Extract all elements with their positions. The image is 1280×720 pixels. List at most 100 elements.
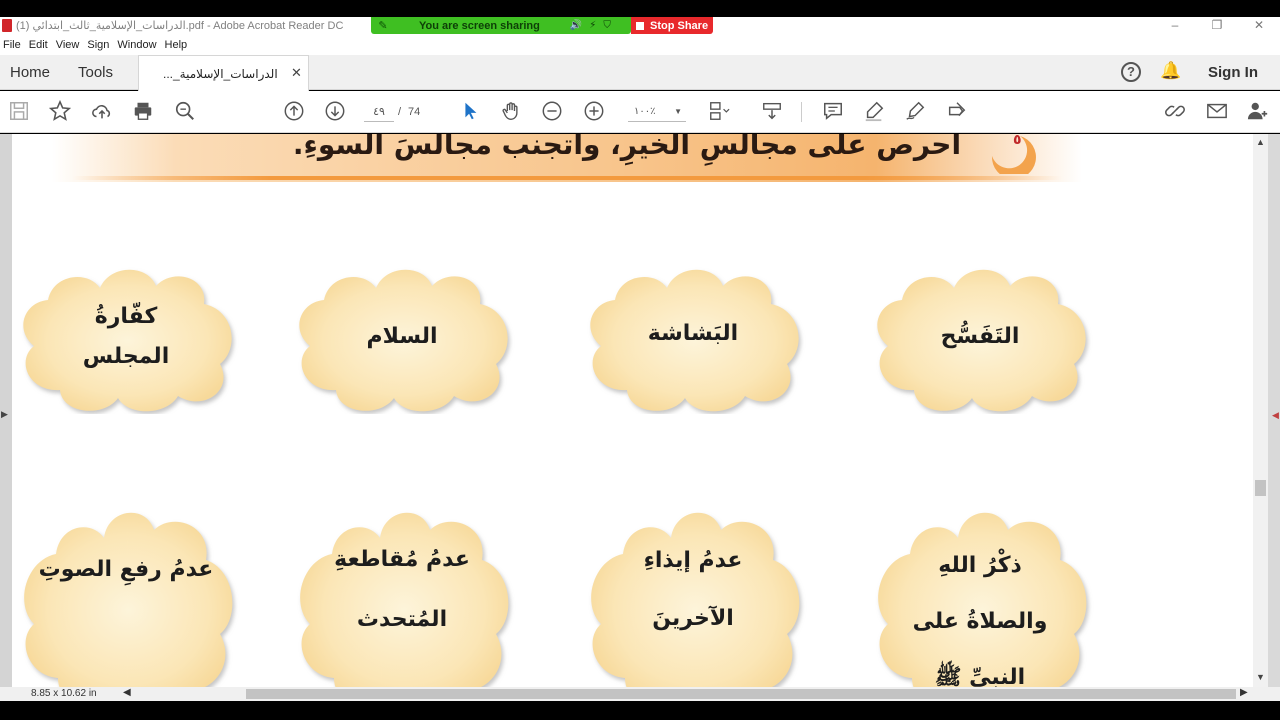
notification-bell-icon[interactable]: 🔔 [1160, 61, 1181, 81]
cloud-label: كفّارةُ المجلس [18, 260, 234, 414]
letterbox-top [0, 0, 1280, 17]
window-controls: – ❐ ✕ [1154, 17, 1280, 35]
tab-document[interactable]: الدراسات_الإسلامية_... ✕ [138, 55, 309, 91]
stop-share-label: Stop Share [650, 19, 709, 32]
document-viewport[interactable]: احرص على مجالسِ الخيرِ، واتجنب مجالسَ ال… [0, 134, 1280, 687]
menu-file[interactable]: File [0, 35, 26, 55]
menu-bar: File Edit View Sign Window Help [0, 35, 1280, 55]
cloud-label: التَفَسُّح [872, 260, 1088, 414]
scroll-left-icon[interactable]: ◀ [123, 687, 131, 698]
hand-tool-icon[interactable] [499, 100, 523, 124]
email-icon[interactable] [1205, 100, 1229, 124]
expand-right-pane-icon[interactable]: ◀ [1272, 410, 1279, 421]
cloud-card: عدمُ مُقاطعةِ المُتحدث [284, 500, 520, 687]
cloud-label: ذكْرُ اللهِ والصلاةُ على النبيِّ ﷺ [872, 500, 1088, 687]
help-icon[interactable]: ? [1121, 62, 1141, 82]
document-tab-title: الدراسات_الإسلامية_... [163, 67, 278, 81]
tab-tools[interactable]: Tools [78, 64, 113, 81]
crescent-number-badge: ٥ [980, 134, 1038, 180]
scroll-down-icon[interactable]: ▼ [1256, 672, 1265, 682]
menu-help[interactable]: Help [162, 35, 193, 55]
cloud-card: عدمُ إيذاءِ الآخرينَ [575, 500, 811, 687]
scroll-right-icon[interactable]: ▶ [1240, 687, 1248, 698]
right-pane-collapsed[interactable]: ◀ [1268, 134, 1280, 687]
next-page-icon[interactable] [323, 100, 347, 124]
toolbar: ٤٩ / 74 ١٠٠٪ ▼ [0, 91, 1280, 133]
screen-share-text: You are screen sharing [419, 19, 540, 32]
lesson-heading: احرص على مجالسِ الخيرِ، واتجنب مجالسَ ال… [292, 134, 962, 161]
toolbar-divider [801, 102, 802, 122]
cloud-text-line: والصلاةُ على [912, 609, 1048, 634]
upload-cloud-icon[interactable] [90, 100, 114, 124]
search-zoom-icon[interactable] [173, 100, 197, 124]
page-number-input[interactable]: ٤٩ [364, 102, 394, 122]
zoom-out-icon[interactable] [540, 100, 564, 124]
cloud-card: السلام [284, 260, 520, 414]
zoom-level-value: ١٠٠٪ [634, 106, 656, 117]
cloud-text-line: عدمُ رفعِ الصوتِ [38, 557, 214, 582]
page-total: 74 [408, 106, 421, 118]
page-separator: / [398, 106, 402, 118]
screen-share-banner: ✎ You are screen sharing 🔊⚡⛉ [371, 17, 631, 34]
page-size-readout: 8.85 x 10.62 in [31, 688, 97, 699]
previous-page-icon[interactable] [282, 100, 306, 124]
cloud-card: عدمُ رفعِ الصوتِ [12, 500, 244, 687]
zoom-level-select[interactable]: ١٠٠٪ ▼ [628, 102, 686, 122]
print-icon[interactable] [131, 100, 155, 124]
maximize-button[interactable]: ❐ [1196, 17, 1238, 35]
cloud-card: البَشاشة [575, 260, 811, 414]
close-window-button[interactable]: ✕ [1238, 17, 1280, 35]
select-cursor-icon[interactable] [458, 100, 482, 124]
chevron-down-icon: ▼ [674, 107, 682, 116]
bookmark-star-icon[interactable] [48, 99, 72, 124]
page-layout-icon[interactable] [707, 100, 731, 124]
sign-in-button[interactable]: Sign In [1208, 64, 1258, 81]
cloud-card: كفّارةُ المجلس [12, 260, 244, 414]
share-status-icons[interactable]: 🔊⚡⛉ [570, 20, 618, 31]
close-tab-icon[interactable]: ✕ [291, 65, 302, 81]
pen-icon[interactable]: ✎ [377, 19, 389, 32]
acrobat-app-icon [2, 19, 12, 32]
cloud-card: ذكْرُ اللهِ والصلاةُ على النبيِّ ﷺ [862, 500, 1098, 687]
expand-left-pane-icon[interactable]: ▶ [1, 409, 8, 420]
vertical-scrollbar[interactable]: ▲ ▼ [1253, 134, 1268, 687]
cloud-text-line: السلام [366, 324, 438, 349]
save-icon[interactable] [7, 100, 31, 124]
tab-home[interactable]: Home [10, 64, 50, 81]
tab-row: Home Tools الدراسات_الإسلامية_... ✕ ? 🔔 … [0, 55, 1280, 91]
horizontal-scroll-thumb[interactable] [246, 689, 1236, 699]
add-user-icon[interactable] [1246, 100, 1270, 124]
cloud-text-line: ذكْرُ اللهِ [938, 553, 1022, 578]
vertical-scroll-thumb[interactable] [1255, 480, 1266, 496]
zoom-in-icon[interactable] [582, 100, 606, 124]
window-title: الدراسات_الإسلامية_ثالث_ابتدائي (1).pdf … [16, 20, 344, 32]
cloud-label: البَشاشة [585, 260, 801, 414]
status-bar: 8.85 x 10.62 in ◀ ▶ [0, 687, 1280, 701]
draw-sign-icon[interactable] [903, 100, 927, 124]
share-link-icon[interactable] [1163, 100, 1187, 124]
heading-number: ٥ [1013, 134, 1022, 148]
menu-edit[interactable]: Edit [26, 35, 53, 55]
cloud-text-line: البَشاشة [647, 321, 739, 346]
cloud-text-line: المُتحدث [356, 607, 448, 632]
stop-share-button[interactable]: Stop Share [631, 17, 713, 34]
cloud-label: عدمُ مُقاطعةِ المُتحدث [294, 500, 510, 687]
menu-sign[interactable]: Sign [84, 35, 114, 55]
menu-window[interactable]: Window [114, 35, 161, 55]
comment-icon[interactable] [821, 100, 845, 124]
cloud-text-line: المجلس [82, 344, 170, 369]
cloud-label: عدمُ إيذاءِ الآخرينَ [585, 500, 801, 687]
cloud-text-line: عدمُ إيذاءِ [643, 548, 743, 573]
cloud-card: التَفَسُّح [862, 260, 1098, 414]
highlight-pen-icon[interactable] [862, 100, 886, 124]
fill-sign-icon[interactable] [945, 100, 969, 124]
cloud-text-line: كفّارةُ [94, 304, 158, 329]
stop-square-icon [636, 21, 644, 30]
cloud-text-line: عدمُ مُقاطعةِ [334, 547, 470, 572]
scroll-up-icon[interactable]: ▲ [1256, 137, 1265, 147]
menu-view[interactable]: View [53, 35, 85, 55]
cloud-label: السلام [294, 260, 510, 414]
minimize-button[interactable]: – [1154, 17, 1196, 35]
cloud-text-line: النبيِّ ﷺ [934, 665, 1026, 687]
scroll-mode-icon[interactable] [760, 100, 784, 124]
